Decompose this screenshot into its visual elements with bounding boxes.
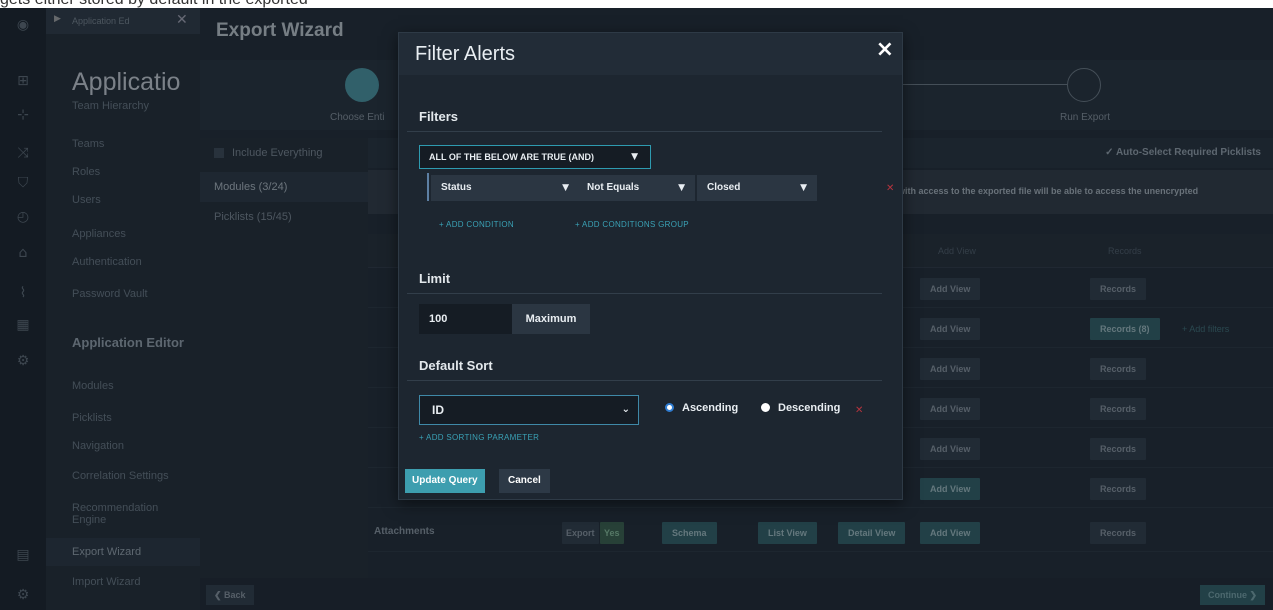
top-strip: gets either stored by default in the exp… (0, 0, 1273, 8)
condition-value-select[interactable]: Closed ▼ (697, 175, 817, 201)
divider (407, 380, 882, 381)
condition-field-value: Status (441, 182, 472, 193)
add-sorting-parameter-button[interactable]: + ADD SORTING PARAMETER (419, 433, 539, 442)
top-strip-text: gets either stored by default in the exp… (0, 0, 308, 8)
limit-heading: Limit (419, 271, 451, 286)
limit-suffix: Maximum (512, 304, 590, 334)
filter-alerts-dialog: Filter Alerts × Filters ALL OF THE BELOW… (398, 32, 903, 500)
dialog-footer: Update Query Cancel (399, 463, 902, 499)
default-sort-heading: Default Sort (419, 358, 493, 373)
condition-value-value: Closed (707, 182, 741, 193)
sort-field-value: ID (432, 403, 444, 417)
dialog-header: Filter Alerts × (399, 33, 902, 75)
logic-operator-value: ALL OF THE BELOW ARE TRUE (AND) (429, 152, 594, 162)
caret-down-icon: ▼ (631, 152, 638, 162)
divider (407, 131, 882, 132)
sort-field-select[interactable]: ID ⌄ (419, 395, 639, 425)
close-icon[interactable]: × (876, 37, 894, 62)
caret-down-icon: ▼ (800, 183, 807, 193)
chevron-down-icon: ⌄ (621, 404, 630, 415)
filters-heading: Filters (419, 109, 459, 124)
caret-down-icon: ▼ (562, 183, 569, 193)
dialog-title: Filter Alerts (415, 43, 516, 65)
divider (407, 293, 882, 294)
update-query-button[interactable]: Update Query (405, 469, 485, 493)
sort-descending-radio[interactable]: Descending (761, 402, 840, 414)
remove-sort-icon[interactable]: ✕ (855, 405, 863, 416)
radio-selected-icon (665, 403, 674, 412)
radio-unselected-icon (761, 403, 770, 412)
condition-operator-select[interactable]: Not Equals ▼ (577, 175, 695, 201)
limit-input[interactable]: 100 (419, 304, 512, 334)
cancel-button[interactable]: Cancel (499, 469, 550, 493)
ascending-label: Ascending (682, 402, 739, 414)
sort-ascending-radio[interactable]: Ascending (665, 402, 738, 414)
condition-group-bar (427, 173, 429, 201)
logic-operator-select[interactable]: ALL OF THE BELOW ARE TRUE (AND) ▼ (419, 145, 651, 169)
add-conditions-group-button[interactable]: + ADD CONDITIONS GROUP (575, 220, 689, 229)
caret-down-icon: ▼ (678, 183, 685, 193)
add-condition-button[interactable]: + ADD CONDITION (439, 220, 514, 229)
remove-condition-icon[interactable]: ✕ (886, 183, 894, 194)
condition-field-select[interactable]: Status ▼ (431, 175, 579, 201)
condition-operator-value: Not Equals (587, 182, 640, 193)
descending-label: Descending (778, 402, 841, 414)
